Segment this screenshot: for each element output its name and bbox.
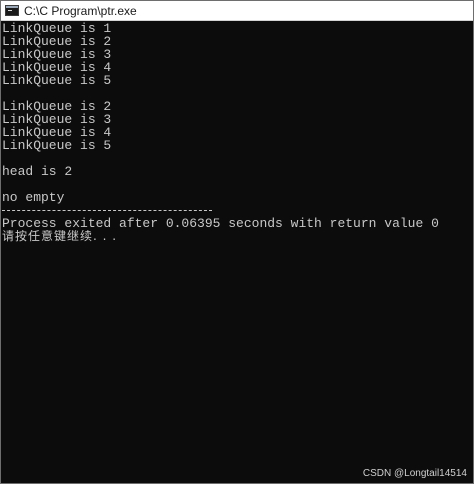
console-window: C:\C Program\ptr.exe LinkQueue is 1 Link…: [0, 0, 474, 484]
separator-line: [2, 204, 472, 217]
output-line: LinkQueue is 4: [2, 61, 112, 74]
press-any-key-line: 请按任意键继续. . .: [2, 230, 118, 243]
watermark: CSDN @Longtail14514: [362, 468, 467, 479]
title-bar[interactable]: C:\C Program\ptr.exe: [1, 1, 473, 21]
empty-status-line: no empty: [2, 191, 65, 204]
output-line: LinkQueue is 2: [2, 100, 112, 113]
console-output[interactable]: LinkQueue is 1 LinkQueue is 2 LinkQueue …: [2, 22, 472, 483]
window-title: C:\C Program\ptr.exe: [24, 3, 137, 18]
output-line: LinkQueue is 4: [2, 126, 112, 139]
output-line: LinkQueue is 5: [2, 139, 112, 152]
output-line: LinkQueue is 5: [2, 74, 112, 87]
output-line: LinkQueue is 3: [2, 48, 112, 61]
head-line: head is 2: [2, 165, 73, 178]
console-window-icon: [5, 5, 19, 16]
process-exit-line: Process exited after 0.06395 seconds wit…: [2, 217, 439, 230]
output-line: LinkQueue is 1: [2, 22, 112, 35]
output-line: LinkQueue is 2: [2, 35, 112, 48]
output-line: LinkQueue is 3: [2, 113, 112, 126]
